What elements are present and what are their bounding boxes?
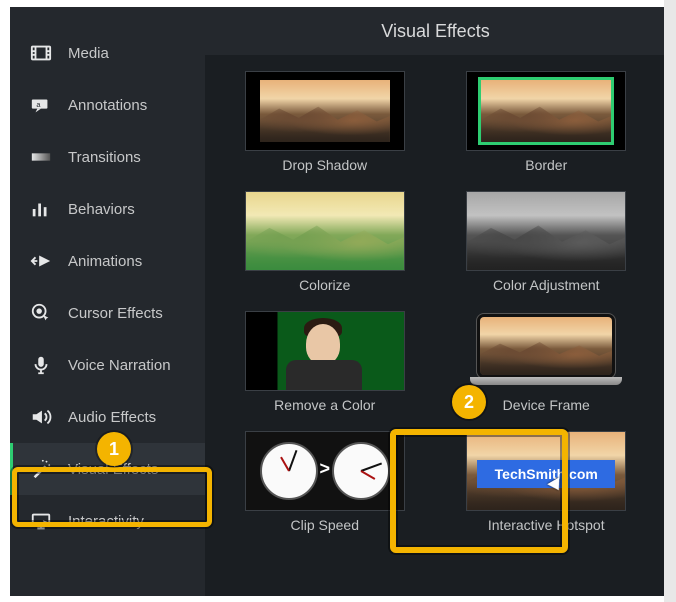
animations-icon — [30, 250, 52, 272]
effect-thumbnail — [466, 311, 626, 391]
effect-label: Device Frame — [503, 397, 590, 413]
effect-label: Drop Shadow — [282, 157, 367, 173]
sidebar-item-label: Animations — [68, 253, 142, 270]
sidebar-item-audio-effects[interactable]: Audio Effects — [10, 391, 205, 443]
effect-thumbnail: > — [245, 431, 405, 511]
magic-wand-icon — [30, 458, 52, 480]
sidebar-item-behaviors[interactable]: Behaviors — [10, 183, 205, 235]
effects-grid: Drop Shadow Border Colorize Color Adjust… — [205, 55, 666, 549]
panel-title: Visual Effects — [381, 21, 489, 42]
clipspeed-symbol: > — [319, 458, 330, 479]
sidebar-item-media[interactable]: Media — [10, 27, 205, 79]
sidebar-item-label: Media — [68, 45, 109, 62]
sidebar-item-voice-narration[interactable]: Voice Narration — [10, 339, 205, 391]
sidebar-item-label: Voice Narration — [68, 357, 171, 374]
sidebar-item-cursor-effects[interactable]: Cursor Effects — [10, 287, 205, 339]
sidebar-item-label: Interactivity — [68, 513, 144, 530]
sidebar-item-label: Transitions — [68, 149, 141, 166]
effect-color-adjustment[interactable]: Color Adjustment — [447, 191, 647, 293]
effect-thumbnail — [245, 191, 405, 271]
transitions-icon — [30, 146, 52, 168]
sidebar-item-annotations[interactable]: a Annotations — [10, 79, 205, 131]
effect-colorize[interactable]: Colorize — [225, 191, 425, 293]
sidebar-item-transitions[interactable]: Transitions — [10, 131, 205, 183]
effect-label: Colorize — [299, 277, 350, 293]
sidebar-item-label: Audio Effects — [68, 409, 156, 426]
media-icon — [30, 42, 52, 64]
sidebar-item-label: Cursor Effects — [68, 305, 163, 322]
effect-remove-a-color[interactable]: Remove a Color — [225, 311, 425, 413]
microphone-icon — [30, 354, 52, 376]
interactivity-icon — [30, 510, 52, 532]
effect-border[interactable]: Border — [447, 71, 647, 173]
effect-label: Clip Speed — [291, 517, 360, 533]
effect-label: Remove a Color — [274, 397, 375, 413]
sidebar-item-animations[interactable]: Animations — [10, 235, 205, 287]
cursor-effects-icon — [30, 302, 52, 324]
effect-thumbnail — [466, 71, 626, 151]
effect-device-frame[interactable]: Device Frame — [447, 311, 647, 413]
sidebar-item-label: Visual Effects — [68, 461, 158, 478]
main-panel: Visual Effects Drop Shadow Border Colori — [205, 7, 666, 596]
effect-thumbnail — [245, 71, 405, 151]
annotations-icon: a — [30, 94, 52, 116]
effect-label: Border — [525, 157, 567, 173]
effect-drop-shadow[interactable]: Drop Shadow — [225, 71, 425, 173]
sidebar-item-visual-effects[interactable]: Visual Effects — [10, 443, 205, 495]
effect-clip-speed[interactable]: > Clip Speed — [225, 431, 425, 533]
effect-label: Interactive Hotspot — [488, 517, 605, 533]
sidebar-item-label: Annotations — [68, 97, 147, 114]
app-window: Media a Annotations Transitions Behavior… — [10, 7, 666, 596]
sidebar: Media a Annotations Transitions Behavior… — [10, 7, 205, 596]
speaker-icon — [30, 406, 52, 428]
effect-thumbnail — [245, 311, 405, 391]
page-scrollbar[interactable] — [664, 0, 676, 602]
behaviors-icon — [30, 198, 52, 220]
effect-label: Color Adjustment — [493, 277, 600, 293]
effect-thumbnail: TechSmith.com — [466, 431, 626, 511]
sidebar-item-label: Behaviors — [68, 201, 135, 218]
effect-interactive-hotspot[interactable]: TechSmith.com Interactive Hotspot — [447, 431, 647, 533]
effect-thumbnail — [466, 191, 626, 271]
panel-header: Visual Effects — [205, 7, 666, 55]
sidebar-item-interactivity[interactable]: Interactivity — [10, 495, 205, 547]
